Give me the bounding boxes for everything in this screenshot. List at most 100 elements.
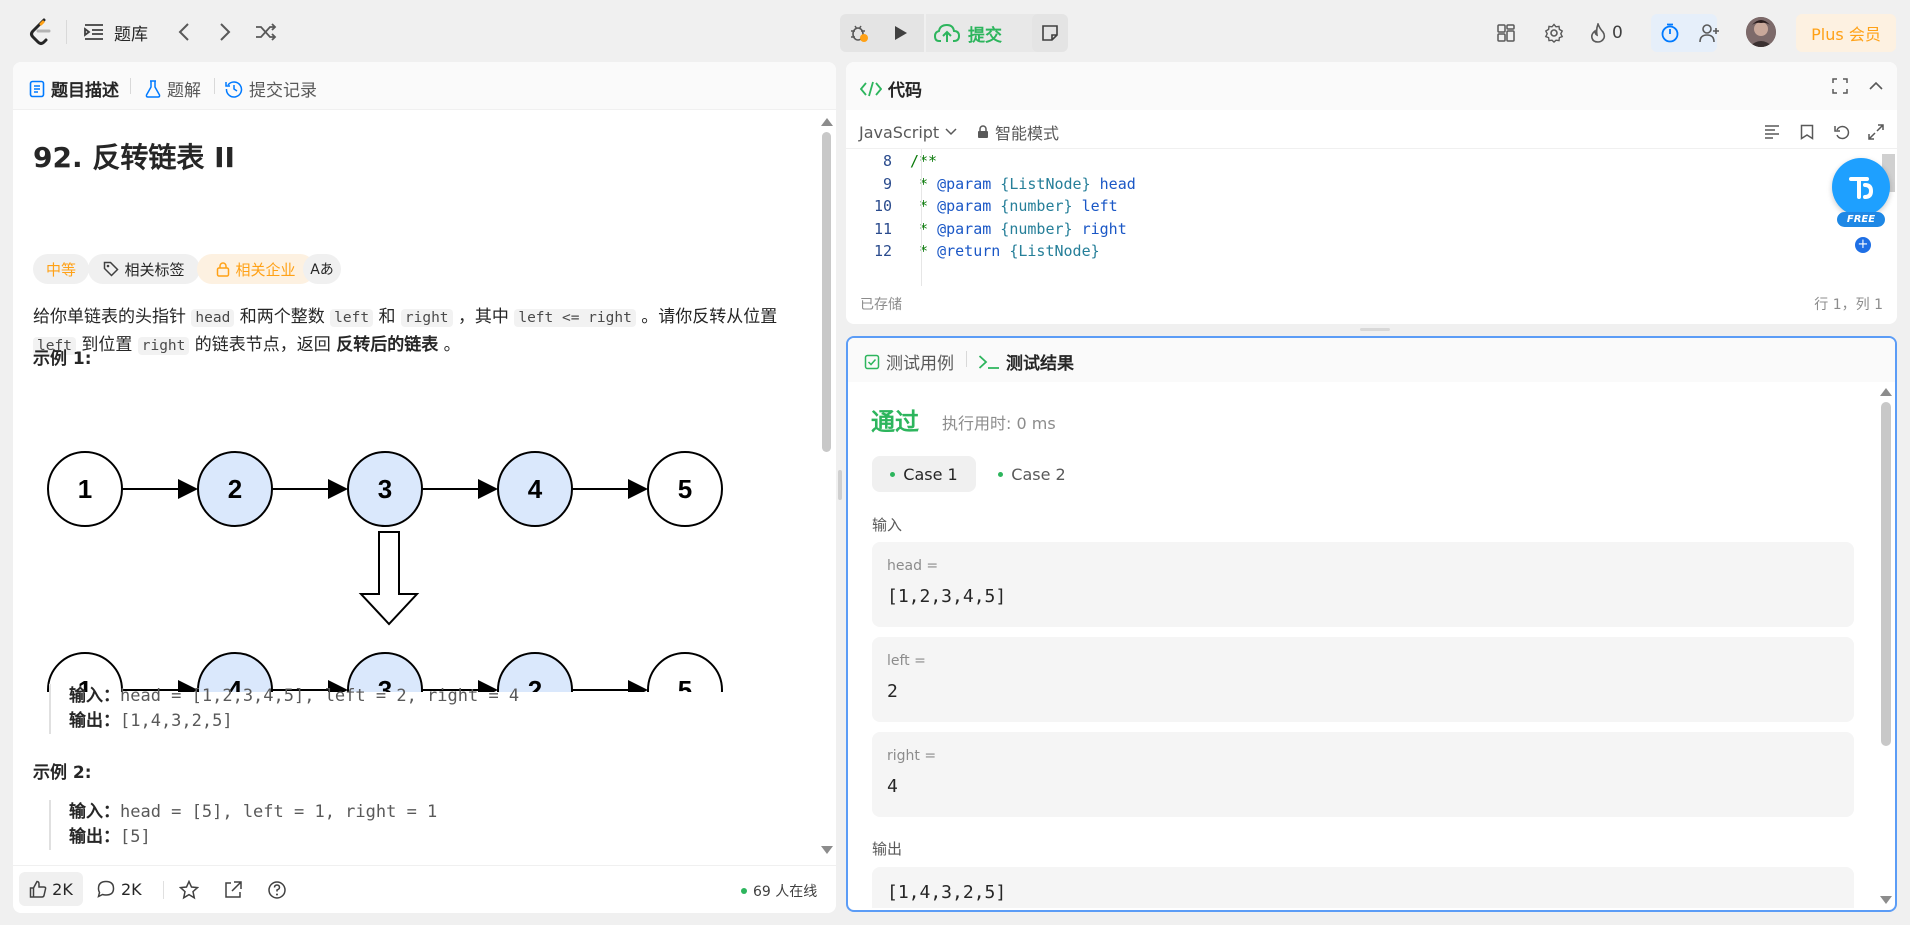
scroll-thumb[interactable] [822, 132, 831, 452]
comments-button[interactable]: 2K [97, 872, 142, 906]
extension-floating-button[interactable]: FREE [1829, 158, 1893, 233]
fullscreen-button[interactable] [1868, 124, 1884, 144]
debug-button[interactable] [844, 19, 874, 47]
next-problem-button[interactable] [213, 20, 237, 44]
extension-logo-icon [1832, 158, 1890, 216]
companies-tag-button[interactable]: 相关企业 [197, 254, 315, 284]
prev-problem-button[interactable] [172, 20, 196, 44]
output-value: [1,4,3,2,5] [887, 882, 1007, 903]
tab-divider [130, 78, 131, 94]
input-label: 输入： [69, 802, 120, 822]
topics-tag-button[interactable]: 相关标签 [88, 254, 200, 284]
problem-scrollbar[interactable] [821, 118, 833, 856]
code-tab[interactable]: 代码 [860, 76, 922, 101]
tab-solutions[interactable]: 题解 [145, 76, 201, 101]
timer-button[interactable] [1656, 19, 1684, 47]
note-button[interactable] [1034, 19, 1066, 47]
input-field-left[interactable]: left = 2 [872, 637, 1854, 722]
code-line[interactable]: 12 * @return {ListNode} [846, 242, 1846, 264]
result-scrollbar[interactable] [1880, 388, 1892, 906]
fullscreen-icon [1868, 124, 1884, 140]
lock-icon [977, 125, 989, 139]
line-number: 8 [882, 152, 892, 170]
collapse-button[interactable] [1868, 78, 1884, 98]
layout-button[interactable] [1493, 20, 1519, 46]
tab-submissions[interactable]: 提交记录 [225, 76, 317, 101]
scroll-up-arrow[interactable] [821, 118, 833, 126]
code-panel: 代码 JavaScript 智能模式 8 /** 9 * @param {ListN… [846, 62, 1897, 324]
add-user-icon [1699, 23, 1721, 43]
format-button[interactable] [1764, 124, 1780, 144]
output-field[interactable]: [1,4,3,2,5] [872, 867, 1854, 908]
chevron-down-icon [945, 128, 957, 136]
list-node-value: 4 [528, 474, 543, 504]
vertical-splitter[interactable] [838, 470, 842, 500]
code-line[interactable]: 11 * @param {number} right [846, 220, 1846, 242]
field-label: left = [887, 653, 926, 669]
bookmark-icon [1800, 124, 1814, 140]
saved-status: 已存储 [860, 297, 902, 313]
topics-tag-label: 相关标签 [124, 260, 185, 279]
plus-label: Plus 会员 [1811, 25, 1881, 44]
desc-text: 。请你反转从位置 [641, 307, 778, 327]
desc-text: 给你单链表的头指针 [33, 307, 186, 327]
bookmark-button[interactable] [1800, 124, 1814, 144]
difficulty-badge[interactable]: 中等 [33, 254, 89, 284]
scroll-thumb[interactable] [1881, 402, 1891, 746]
scroll-down-arrow[interactable] [1880, 896, 1892, 904]
problem-tab-bar [13, 62, 836, 110]
companies-tag-label: 相关企业 [235, 260, 296, 279]
like-button[interactable]: 2K [19, 872, 83, 906]
flask-icon [145, 79, 161, 98]
avatar[interactable] [1746, 17, 1776, 47]
reset-button[interactable] [1834, 124, 1850, 144]
font-size-button[interactable]: Aあ [303, 254, 341, 284]
code-line[interactable]: 8 /** [846, 152, 1846, 174]
line-number: 10 [873, 197, 892, 215]
chevron-left-icon [178, 23, 190, 41]
example-1-box: 输入：head = [1,2,3,4,5], left = 2, right =… [49, 684, 519, 734]
plus-membership-button[interactable]: Plus 会员 [1796, 14, 1896, 52]
tab-testcase-label: 测试用例 [886, 354, 954, 374]
star-icon [179, 880, 199, 900]
flame-icon [1590, 23, 1606, 43]
leetcode-logo[interactable] [26, 17, 56, 47]
tab-test-result[interactable]: 测试结果 [978, 349, 1074, 374]
maximize-button[interactable] [1832, 78, 1848, 98]
streak-button[interactable]: 0 [1590, 18, 1623, 48]
code-editor[interactable]: 8/** 9 * @param {ListNode} head 10 * @para… [846, 148, 1897, 286]
online-indicator: 69 人在线 [741, 881, 817, 901]
share-button[interactable] [223, 880, 243, 904]
field-value: 2 [887, 681, 898, 702]
input-field-head[interactable]: head = [1,2,3,4,5] [872, 542, 1854, 627]
share-icon [223, 880, 243, 900]
input-field-right[interactable]: right = 4 [872, 732, 1854, 817]
submit-button[interactable]: 提交 [934, 18, 1002, 48]
horizontal-splitter[interactable] [1360, 328, 1390, 331]
help-button[interactable] [267, 880, 287, 904]
case-2-tab[interactable]: Case 2 [984, 456, 1080, 492]
problem-list-button[interactable]: 题库 [84, 18, 148, 46]
code-line[interactable]: 10 * @param {number} left [846, 197, 1846, 219]
tab-description[interactable]: 题目描述 [29, 76, 119, 101]
field-value: [1,2,3,4,5] [887, 586, 1007, 607]
favorite-button[interactable] [179, 880, 199, 904]
invite-button[interactable] [1696, 19, 1724, 47]
code-line[interactable]: 9 * @param {ListNode} head [846, 175, 1846, 197]
comment-count: 2K [121, 879, 142, 899]
shuffle-icon [255, 23, 277, 41]
example-input-value: head = [1,2,3,4,5], left = 2, right = 4 [120, 686, 520, 706]
run-button[interactable] [884, 19, 918, 47]
language-select[interactable]: JavaScript [859, 117, 957, 147]
settings-button[interactable] [1541, 20, 1567, 46]
extension-add-button[interactable]: + [1855, 237, 1871, 253]
tab-testcase[interactable]: 测试用例 [864, 349, 954, 374]
submit-label: 提交 [968, 25, 1002, 46]
scroll-up-arrow[interactable] [1880, 388, 1892, 396]
case-1-tab[interactable]: Case 1 [872, 456, 976, 492]
random-problem-button[interactable] [252, 20, 280, 44]
footer-divider [163, 881, 164, 899]
list-node-value: 5 [678, 675, 692, 692]
scroll-down-arrow[interactable] [821, 846, 833, 854]
smart-mode-toggle[interactable]: 智能模式 [977, 117, 1059, 147]
